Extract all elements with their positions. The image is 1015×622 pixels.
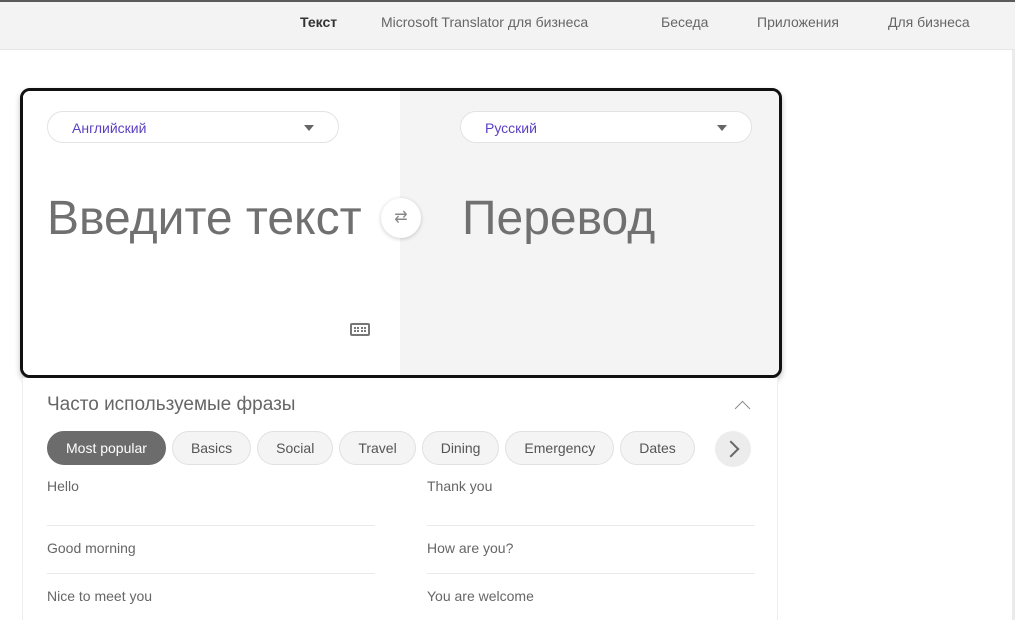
phrases-title: Часто используемые фразы — [47, 394, 296, 415]
translation-output: Перевод — [462, 192, 656, 245]
chip-social[interactable]: Social — [257, 431, 334, 465]
source-language-label: Английский — [72, 120, 147, 136]
phrase-item[interactable]: Good morning — [47, 526, 375, 574]
target-pane: Русский Перевод — [400, 91, 779, 375]
chip-travel[interactable]: Travel — [339, 431, 416, 465]
chevron-up-icon[interactable] — [735, 398, 749, 412]
source-language-select[interactable]: Английский — [47, 111, 339, 143]
phrase-item[interactable]: Nice to meet you — [47, 574, 375, 622]
chip-dates[interactable]: Dates — [620, 431, 695, 465]
chip-dining[interactable]: Dining — [421, 431, 500, 465]
nav-tab-conversation[interactable]: Беседа — [661, 14, 708, 30]
phrase-item[interactable]: Thank you — [427, 478, 755, 526]
nav-tab-text[interactable]: Текст — [300, 14, 337, 30]
target-language-label: Русский — [485, 120, 537, 136]
target-language-select[interactable]: Русский — [460, 111, 752, 143]
phrases-right-column: Thank you How are you? You are welcome — [427, 478, 755, 622]
phrase-text: Good morning — [47, 540, 136, 556]
phrase-text: You are welcome — [427, 588, 534, 604]
chip-basics[interactable]: Basics — [171, 431, 252, 465]
source-text-input[interactable]: Введите текст — [47, 191, 367, 247]
phrases-left-column: Hello Good morning Nice to meet you — [47, 478, 375, 622]
nav-tab-for-business[interactable]: Для бизнеса — [888, 14, 970, 30]
phrase-category-chips: Most popular Basics Social Travel Dining Emer… — [47, 431, 757, 467]
source-pane: Английский Введите текст — [23, 91, 400, 375]
chip-emergency[interactable]: Emergency — [505, 431, 615, 465]
phrase-item[interactable]: How are you? — [427, 526, 755, 574]
keyboard-icon[interactable] — [350, 323, 370, 336]
swap-icon: ⇄ — [394, 209, 408, 226]
phrase-item[interactable]: You are welcome — [427, 574, 755, 622]
chip-most-popular[interactable]: Most popular — [47, 431, 166, 465]
phrase-text: Thank you — [427, 478, 493, 494]
phrase-text: How are you? — [427, 540, 514, 556]
swap-languages-button[interactable]: ⇄ — [381, 198, 421, 238]
common-phrases-section: Часто используемые фразы Most popular Bas… — [22, 378, 778, 620]
nav-tab-apps[interactable]: Приложения — [757, 14, 839, 30]
nav-tab-translator-business[interactable]: Microsoft Translator для бизнеса — [381, 14, 588, 30]
phrase-text: Hello — [47, 478, 79, 494]
chevron-right-icon[interactable] — [715, 431, 751, 467]
chevron-down-icon — [304, 125, 314, 131]
top-navigation: Текст Microsoft Translator для бизнеса Б… — [0, 2, 1015, 50]
phrase-text: Nice to meet you — [47, 588, 153, 604]
phrase-item[interactable]: Hello — [47, 478, 375, 526]
chevron-down-icon — [717, 125, 727, 131]
